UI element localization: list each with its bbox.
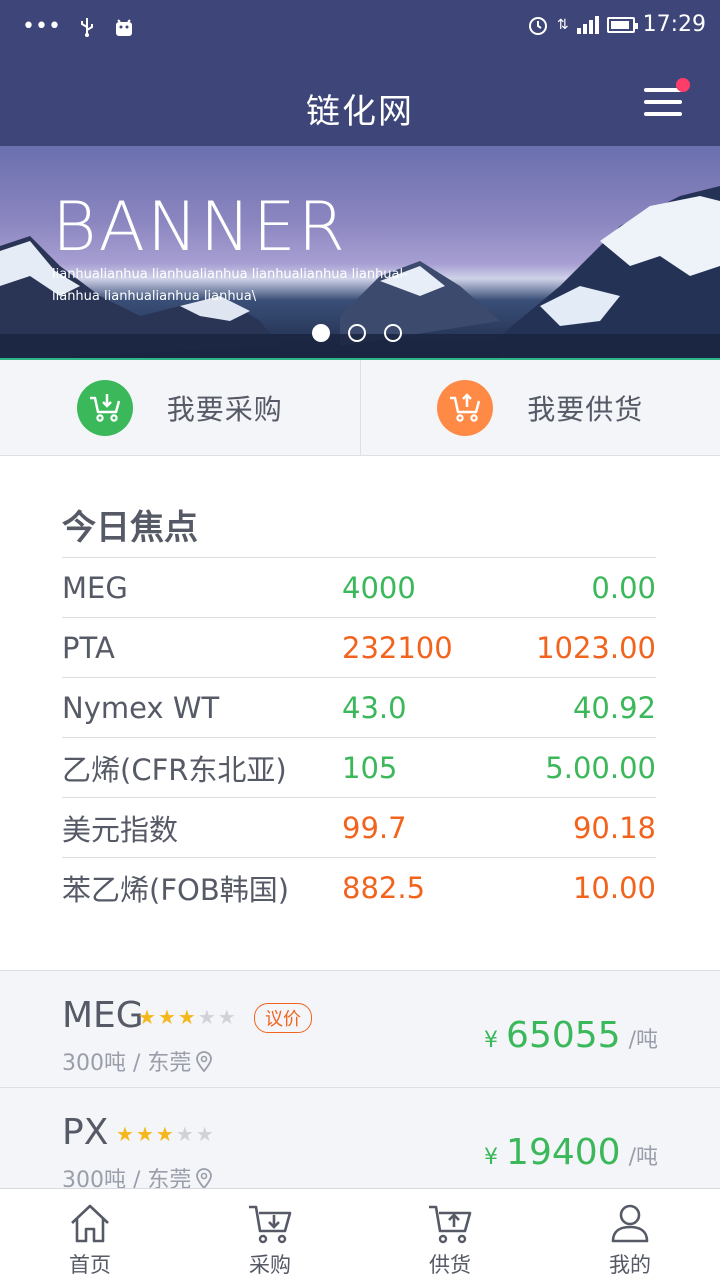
star-icon: ★	[155, 1122, 174, 1146]
notification-dot	[676, 78, 690, 92]
product-list: MEG ★ ★ ★ ★ ★ 议价 300吨 / 东莞 ¥65055/吨 PX ★ ★ ★ ★ ★ 300吨 /…	[0, 970, 720, 1205]
supply-button[interactable]: 我要供货	[359, 360, 720, 455]
commodity-name: MEG	[62, 570, 128, 605]
status-left-icons: •••	[22, 14, 135, 39]
banner-title: BANNER	[52, 188, 347, 267]
commodity-change: 0.00	[591, 570, 656, 605]
carousel-dot[interactable]	[384, 324, 402, 342]
star-icon: ★	[175, 1122, 194, 1146]
menu-button[interactable]	[644, 78, 690, 118]
banner-subtitle: lianhualianhua lianhualianhua lianhualia…	[52, 267, 408, 304]
supply-label: 我要供货	[527, 392, 644, 426]
location: / 东莞	[133, 1051, 192, 1076]
product-name: MEG	[62, 995, 144, 1036]
star-icon: ★	[177, 1005, 196, 1029]
rating-stars: ★ ★ ★ ★ ★	[138, 1005, 236, 1029]
tab-label: 首页	[69, 1253, 111, 1277]
carousel-dots	[312, 324, 402, 342]
commodity-name: 乙烯(CFR东北亚)	[62, 752, 287, 787]
tab-label: 我的	[609, 1253, 651, 1277]
tab-supply[interactable]: 供货	[360, 1189, 540, 1280]
carousel-dot[interactable]	[348, 324, 366, 342]
commodity-name: 美元指数	[62, 812, 179, 847]
status-time: 17:29	[642, 12, 706, 37]
user-icon	[611, 1204, 649, 1243]
action-row: 我要采购 我要供货	[0, 360, 720, 456]
banner-carousel[interactable]: BANNER lianhualianhua lianhualianhua lia…	[0, 146, 720, 360]
today-focus-section: 今日焦点 MEG 4000 0.00 PTA 232100 1023.00 Nymex WT…	[62, 500, 656, 918]
focus-row[interactable]: MEG 4000 0.00	[62, 558, 656, 618]
star-icon: ★	[217, 1005, 236, 1029]
commodity-value: 882.5	[342, 871, 426, 905]
star-icon: ★	[197, 1005, 216, 1029]
product-name: PX	[62, 1112, 109, 1153]
focus-row[interactable]: 苯乙烯(FOB韩国) 882.5 10.00	[62, 858, 656, 918]
star-icon: ★	[116, 1122, 134, 1146]
price-amount: 65055	[506, 1015, 621, 1056]
focus-row[interactable]: 美元指数 99.7 90.18	[62, 798, 656, 858]
price-unit: /吨	[628, 1028, 658, 1053]
carousel-dot[interactable]	[312, 324, 330, 342]
purchase-button[interactable]: 我要采购	[0, 360, 360, 455]
commodity-name: 苯乙烯(FOB韩国)	[62, 873, 290, 907]
focus-row[interactable]: PTA 232100 1023.00	[62, 618, 656, 678]
android-debug-icon	[115, 18, 132, 36]
location-pin-icon	[196, 1168, 213, 1190]
star-icon: ★	[195, 1122, 214, 1146]
focus-table: MEG 4000 0.00 PTA 232100 1023.00 Nymex WT 43.0 4…	[62, 558, 656, 918]
usb-icon	[80, 17, 93, 37]
commodity-name: Nymex WT	[62, 690, 220, 725]
commodity-change: 90.18	[572, 810, 656, 845]
tab-purchase[interactable]: 采购	[180, 1189, 360, 1280]
alarm-icon	[528, 16, 547, 35]
app-header: 链化网	[0, 54, 720, 146]
star-icon: ★	[138, 1005, 156, 1029]
quantity: 300吨	[62, 1051, 126, 1076]
commodity-change: 40.92	[572, 690, 656, 725]
status-right-icons: ⇅ 17:29	[527, 12, 706, 37]
location-pin-icon	[196, 1051, 213, 1073]
star-icon: ★	[135, 1122, 154, 1146]
commodity-value: 232100	[342, 630, 453, 665]
commodity-name: PTA	[62, 630, 115, 665]
status-bar: ••• ⇅ 17:29	[0, 0, 720, 54]
product-meta: 300吨 / 东莞	[62, 1045, 213, 1077]
battery-icon	[606, 16, 638, 33]
tab-label: 采购	[249, 1253, 291, 1277]
home-icon	[71, 1204, 109, 1243]
commodity-value: 105	[342, 750, 398, 785]
bargain-tag: 议价	[254, 1003, 312, 1033]
commodity-value: 43.0	[342, 690, 407, 725]
cart-download-icon	[76, 379, 133, 436]
purchase-label: 我要采购	[166, 392, 283, 426]
product-price: ¥19400/吨	[484, 1132, 658, 1173]
commodity-change: 5.00.00	[545, 750, 656, 785]
bottom-tab-bar: 首页 采购 供货 我的	[0, 1188, 720, 1280]
price-amount: 19400	[506, 1132, 621, 1173]
price-unit: /吨	[628, 1145, 658, 1170]
currency-symbol: ¥	[484, 1028, 499, 1053]
cart-upload-icon	[429, 1205, 472, 1244]
star-icon: ★	[157, 1005, 176, 1029]
section-title: 今日焦点	[62, 500, 656, 558]
product-price: ¥65055/吨	[484, 1015, 658, 1056]
commodity-value: 99.7	[342, 810, 407, 845]
rating-stars: ★ ★ ★ ★ ★	[116, 1122, 214, 1146]
commodity-change: 1023.00	[536, 630, 656, 665]
more-dots-icon: •••	[22, 14, 61, 39]
commodity-change: 10.00	[572, 871, 656, 905]
tab-mine[interactable]: 我的	[540, 1189, 720, 1280]
focus-row[interactable]: Nymex WT 43.0 40.92	[62, 678, 656, 738]
commodity-value: 4000	[342, 570, 416, 605]
signal-icon	[576, 15, 599, 34]
tab-label: 供货	[429, 1253, 471, 1277]
page-title: 链化网	[306, 92, 414, 132]
focus-row[interactable]: 乙烯(CFR东北亚) 105 5.00.00	[62, 738, 656, 798]
currency-symbol: ¥	[484, 1145, 499, 1170]
list-item[interactable]: MEG ★ ★ ★ ★ ★ 议价 300吨 / 东莞 ¥65055/吨	[0, 971, 720, 1088]
data-arrows-icon: ⇅	[556, 16, 569, 33]
tab-home[interactable]: 首页	[0, 1189, 180, 1280]
cart-download-icon	[249, 1205, 292, 1244]
cart-upload-icon	[437, 379, 494, 436]
